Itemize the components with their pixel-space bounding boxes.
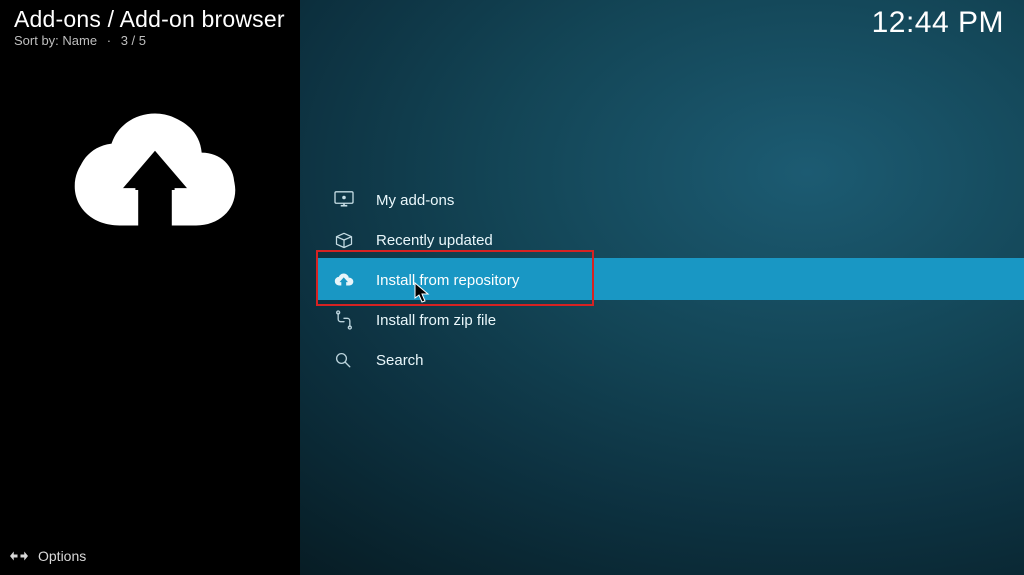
menu-item-label: Recently updated	[376, 232, 493, 249]
options-button[interactable]: Options	[10, 547, 86, 565]
menu-item-label: My add-ons	[376, 192, 454, 209]
list-position: 3 / 5	[121, 33, 146, 48]
menu-item-my-addons[interactable]: My add-ons	[334, 180, 1024, 220]
menu-list: My add-ons Recently updated Install from…	[334, 180, 1024, 380]
pipes-icon	[334, 310, 376, 330]
sort-by-value: Name	[62, 33, 97, 48]
menu-item-label: Search	[376, 352, 424, 369]
search-icon	[334, 351, 376, 369]
menu-item-label: Install from zip file	[376, 312, 496, 329]
header: Add-ons / Add-on browser Sort by: Name ·…	[14, 6, 285, 48]
clock: 12:44 PM	[872, 6, 1004, 40]
header-subline: Sort by: Name · 3 / 5	[14, 33, 285, 48]
menu-item-recently-updated[interactable]: Recently updated	[334, 220, 1024, 260]
options-label: Options	[38, 548, 86, 564]
box-open-icon	[334, 230, 376, 250]
cloud-download-icon	[70, 106, 240, 246]
menu-item-install-from-repository[interactable]: Install from repository	[334, 260, 1024, 300]
sort-by-label: Sort by:	[14, 33, 59, 48]
menu-item-search[interactable]: Search	[334, 340, 1024, 380]
breadcrumb: Add-ons / Add-on browser	[14, 6, 285, 33]
options-icon	[10, 547, 38, 565]
separator-dot: ·	[107, 33, 111, 48]
cloud-download-icon	[334, 271, 376, 289]
menu-item-install-from-zip[interactable]: Install from zip file	[334, 300, 1024, 340]
screen-icon	[334, 191, 376, 209]
menu-item-label: Install from repository	[376, 272, 519, 289]
left-panel	[0, 0, 300, 575]
